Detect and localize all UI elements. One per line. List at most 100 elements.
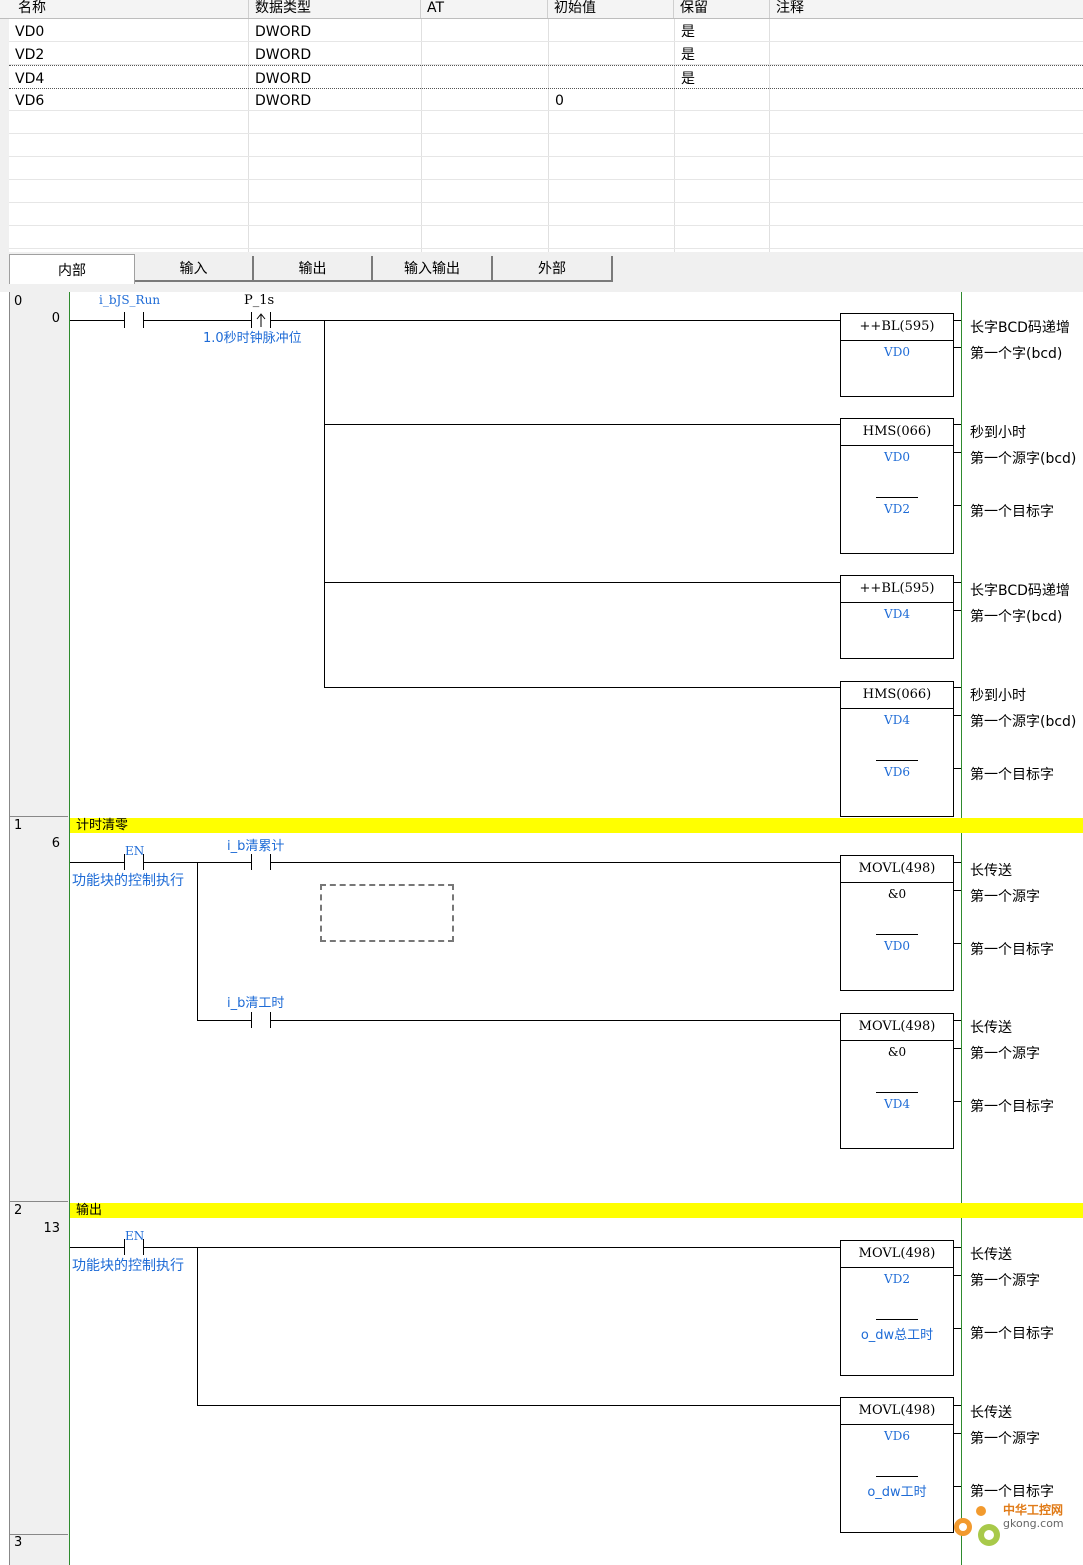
col-header-retain[interactable]: 保留: [674, 0, 770, 18]
block-operand[interactable]: VD4: [841, 713, 953, 727]
cell-retain[interactable]: 是: [675, 66, 695, 88]
wire: [70, 320, 125, 321]
branch-wire: [197, 1247, 198, 1405]
block-comment: 长传送: [970, 1020, 1012, 1036]
wire: [144, 320, 252, 321]
tab-output[interactable]: 输出: [254, 256, 373, 282]
operand-tick: [954, 452, 961, 453]
block-divider: [841, 1424, 953, 1425]
block-operand[interactable]: VD2: [841, 1272, 953, 1286]
function-block[interactable]: MOVL(498) VD2 o_dw总工时: [840, 1240, 954, 1376]
block-operand[interactable]: VD6: [841, 1429, 953, 1443]
no-contact-icon[interactable]: [251, 854, 271, 870]
function-block[interactable]: HMS(066) VD4 VD6: [840, 681, 954, 817]
table-row-selected[interactable]: VD4 DWORD 是: [9, 65, 1083, 89]
rising-edge-contact-icon[interactable]: [251, 312, 271, 328]
function-block[interactable]: MOVL(498) &0 VD4: [840, 1013, 954, 1149]
en-contact-icon[interactable]: [124, 854, 144, 870]
function-block[interactable]: HMS(066) VD0 VD2: [840, 418, 954, 554]
col-header-init[interactable]: 初始值: [548, 0, 674, 18]
tab-external[interactable]: 外部: [493, 256, 613, 282]
contact-comment: 1.0秒时钟脉冲位: [203, 331, 302, 346]
rung-comment: 计时清零: [76, 818, 129, 833]
operand-comment: 第一个源字: [970, 889, 1040, 905]
operand-comment: 第一个目标字: [970, 942, 1054, 958]
cell-name[interactable]: VD2: [9, 42, 44, 64]
tab-input[interactable]: 输入: [135, 256, 254, 282]
rung-comment-bar[interactable]: [70, 1203, 1083, 1218]
block-operand[interactable]: VD4: [841, 1097, 953, 1111]
rung-separator: [9, 1201, 68, 1202]
block-operand[interactable]: &0: [841, 1045, 953, 1059]
table-row[interactable]: VD2 DWORD 是: [9, 42, 1083, 65]
function-block[interactable]: MOVL(498) &0 VD0: [840, 855, 954, 991]
cell-type[interactable]: DWORD: [249, 19, 311, 41]
cell-init[interactable]: 0: [549, 88, 564, 110]
block-title: MOVL(498): [858, 1019, 936, 1034]
cell-name[interactable]: VD6: [9, 88, 44, 110]
block-operand[interactable]: VD0: [841, 345, 953, 359]
no-contact-icon[interactable]: [251, 1012, 271, 1028]
step-number: 13: [43, 1221, 60, 1236]
col-header-type[interactable]: 数据类型: [249, 0, 421, 18]
operand-tick: [954, 1405, 961, 1406]
selection-box[interactable]: [320, 884, 454, 942]
cell-name[interactable]: VD0: [9, 19, 44, 41]
block-operand[interactable]: &0: [841, 887, 953, 901]
wire: [271, 320, 841, 321]
col-header-name[interactable]: 名称: [12, 0, 249, 18]
cell-retain[interactable]: 是: [675, 19, 695, 41]
cell-retain[interactable]: 是: [675, 42, 695, 64]
table-row-empty[interactable]: [9, 134, 1083, 157]
branch-wire: [197, 862, 198, 1020]
right-power-rail: [961, 292, 962, 1565]
operand-overline: [876, 1092, 918, 1093]
tab-internal[interactable]: 内部: [9, 254, 135, 284]
operand-comment: 第一个字(bcd): [970, 609, 1063, 625]
wire: [144, 862, 252, 863]
function-block[interactable]: MOVL(498) VD6 o_dw工时: [840, 1397, 954, 1533]
function-block[interactable]: ++BL(595) VD0: [840, 313, 954, 397]
block-operand[interactable]: o_dw总工时: [841, 1324, 953, 1343]
en-contact-icon[interactable]: [124, 1239, 144, 1255]
block-operand[interactable]: VD0: [841, 450, 953, 464]
tab-input-output[interactable]: 输入输出: [373, 256, 493, 282]
function-block[interactable]: ++BL(595) VD4: [840, 575, 954, 659]
cell-type[interactable]: DWORD: [249, 88, 311, 110]
table-row[interactable]: VD6 DWORD 0: [9, 88, 1083, 111]
block-title: ++BL(595): [859, 581, 935, 596]
step-number: 0: [51, 311, 60, 326]
table-row-empty[interactable]: [9, 203, 1083, 226]
cell-type[interactable]: DWORD: [249, 42, 311, 64]
wire: [197, 1405, 841, 1406]
cell-init[interactable]: [549, 42, 555, 64]
table-row-empty[interactable]: [9, 157, 1083, 180]
operand-overline: [876, 497, 918, 498]
col-header-at[interactable]: AT: [421, 0, 548, 18]
no-contact-icon[interactable]: [124, 312, 144, 328]
cell-init[interactable]: [549, 19, 555, 41]
operand-tick: [954, 1020, 961, 1021]
cell-init[interactable]: [549, 66, 555, 88]
block-operand[interactable]: o_dw工时: [841, 1481, 953, 1500]
operand-overline: [876, 1319, 918, 1320]
operand-tick: [954, 1247, 961, 1248]
cell-name[interactable]: VD4: [9, 66, 44, 88]
block-operand[interactable]: VD2: [841, 502, 953, 516]
cell-retain[interactable]: [675, 88, 681, 110]
operand-tick: [954, 1433, 961, 1434]
table-row-empty[interactable]: [9, 226, 1083, 249]
cell-type[interactable]: DWORD: [249, 66, 311, 88]
ladder-editor[interactable]: 0 0 i_bJS_Run P_1s 1.0秒时钟脉冲位 ++BL(595) V…: [0, 292, 1083, 1565]
col-header-comment[interactable]: 注释: [770, 0, 1083, 18]
scope-tabs: 内部 输入 输出 输入输出 外部: [9, 254, 1083, 284]
table-row[interactable]: VD0 DWORD 是: [9, 19, 1083, 42]
table-row-empty[interactable]: [9, 111, 1083, 134]
table-row-empty[interactable]: [9, 180, 1083, 203]
block-operand[interactable]: VD0: [841, 939, 953, 953]
block-operand[interactable]: VD4: [841, 607, 953, 621]
block-operand[interactable]: VD6: [841, 765, 953, 779]
rung-comment-bar[interactable]: [70, 818, 1083, 833]
operand-tick: [954, 890, 961, 891]
operand-comment: 第一个源字: [970, 1273, 1040, 1289]
